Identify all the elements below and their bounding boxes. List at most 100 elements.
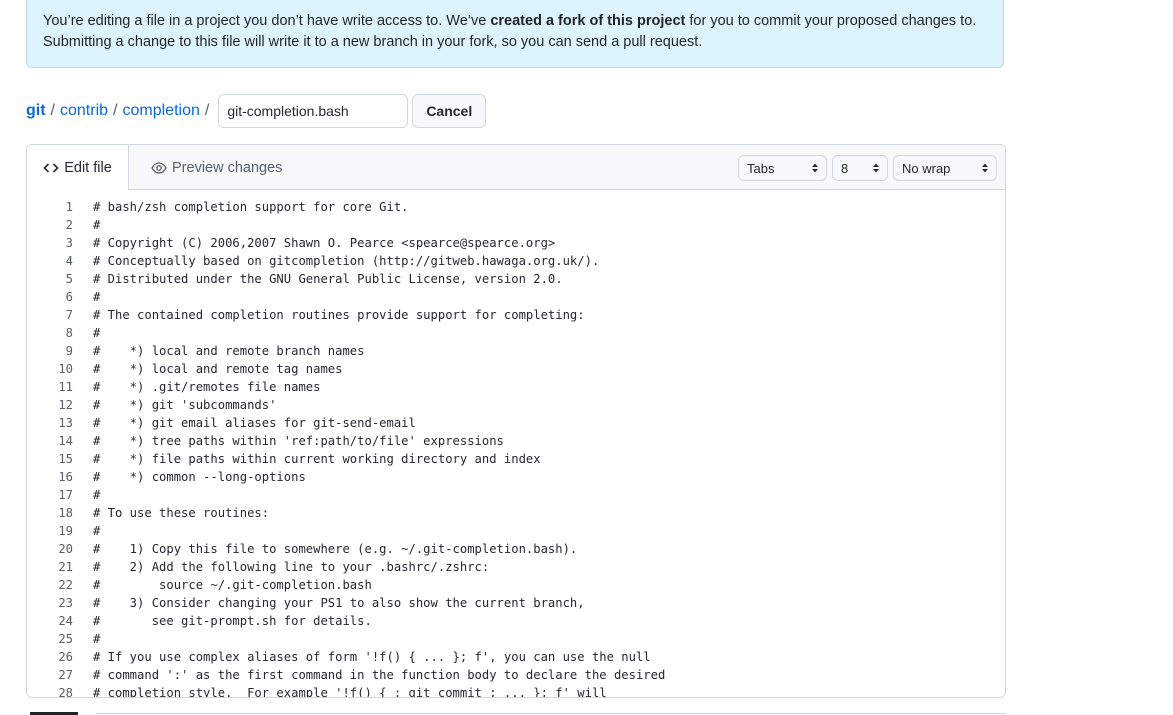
line-text: # bash/zsh completion support for core G… — [93, 200, 409, 214]
line-number: 7 — [65, 308, 73, 322]
eye-icon — [151, 161, 167, 174]
tab-preview-changes-label: Preview changes — [172, 159, 283, 176]
fork-notice-banner: You’re editing a file in a project you d… — [26, 0, 1004, 68]
code-line[interactable]: 27 # command ':' as the first command in … — [27, 666, 1005, 684]
code-line[interactable]: 6 # — [27, 288, 1005, 306]
line-text: # — [93, 632, 101, 646]
line-text: # 2) Add the following line to your .bas… — [93, 560, 490, 574]
indent-size-value: 8 — [841, 160, 849, 176]
indent-mode-value: Tabs — [747, 160, 775, 176]
code-line[interactable]: 26 # If you use complex aliases of form '… — [27, 648, 1005, 666]
breadcrumb-completion-link[interactable]: completion — [122, 102, 199, 120]
line-text: # The contained completion routines prov… — [93, 308, 585, 322]
code-line[interactable]: 21 # 2) Add the following line to your .b… — [27, 558, 1005, 576]
line-text: # — [93, 524, 101, 538]
line-text: # command ':' as the first command in th… — [93, 668, 666, 682]
fork-notice-emphasis: created a fork of this project — [490, 13, 686, 29]
code-line[interactable]: 11 # *) .git/remotes file names — [27, 378, 1005, 396]
filename-input[interactable] — [218, 94, 409, 128]
fork-notice-line-2: Submitting a change to this file will wr… — [43, 34, 703, 50]
code-line[interactable]: 17 # — [27, 486, 1005, 504]
cancel-button[interactable]: Cancel — [412, 94, 487, 128]
line-text: # — [93, 218, 101, 232]
wrap-mode-select[interactable]: No wrap — [893, 155, 997, 181]
commit-form-border — [96, 713, 1006, 714]
select-caret-icon — [873, 163, 879, 173]
code-line[interactable]: 22 # source ~/.git-completion.bash — [27, 576, 1005, 594]
tab-edit-file[interactable]: Edit file — [27, 145, 129, 190]
breadcrumb-separator: / — [204, 102, 210, 119]
line-number: 12 — [58, 398, 73, 412]
breadcrumb-separator: / — [113, 102, 118, 119]
code-editor-area[interactable]: 1 # bash/zsh completion support for core … — [27, 190, 1005, 698]
line-text: # Conceptually based on gitcompletion (h… — [93, 254, 600, 268]
fork-notice-line-1: You’re editing a file in a project you d… — [43, 13, 977, 29]
line-text: # *) local and remote branch names — [93, 344, 365, 358]
code-line[interactable]: 10 # *) local and remote tag names — [27, 360, 1005, 378]
code-line[interactable]: 25 # — [27, 630, 1005, 648]
code-line[interactable]: 24 # see git-prompt.sh for details. — [27, 612, 1005, 630]
code-line[interactable]: 23 # 3) Consider changing your PS1 to als… — [27, 594, 1005, 612]
line-number: 10 — [58, 362, 73, 376]
code-line[interactable]: 5 # Distributed under the GNU General Pub… — [27, 270, 1005, 288]
line-number: 21 — [58, 560, 73, 574]
tab-preview-changes[interactable]: Preview changes — [151, 145, 282, 190]
line-text: # source ~/.git-completion.bash — [93, 578, 372, 592]
code-line[interactable]: 9 # *) local and remote branch names — [27, 342, 1005, 360]
code-line[interactable]: 14 # *) tree paths within 'ref:path/to/fi… — [27, 432, 1005, 450]
editor-toolbar: Edit file Preview changes Tabs 8 No wrap — [27, 145, 1005, 190]
tab-edit-file-label: Edit file — [64, 159, 112, 176]
select-caret-icon — [812, 163, 818, 173]
line-number: 17 — [58, 488, 73, 502]
wrap-mode-value: No wrap — [902, 160, 951, 176]
code-line[interactable]: 1 # bash/zsh completion support for core … — [27, 198, 1005, 216]
line-text: # 3) Consider changing your PS1 to also … — [93, 596, 585, 610]
code-line[interactable]: 13 # *) git email aliases for git-send-em… — [27, 414, 1005, 432]
line-text: # *) local and remote tag names — [93, 362, 343, 376]
code-line[interactable]: 8 # — [27, 324, 1005, 342]
code-line[interactable]: 18 # To use these routines: — [27, 504, 1005, 522]
line-text: # To use these routines: — [93, 506, 270, 520]
file-editor: Edit file Preview changes Tabs 8 No wrap — [26, 144, 1006, 698]
line-number: 20 — [58, 542, 73, 556]
code-line[interactable]: 15 # *) file paths within current working… — [27, 450, 1005, 468]
line-text: # — [93, 290, 101, 304]
line-text: # *) git email aliases for git-send-emai… — [93, 416, 416, 430]
line-number: 13 — [58, 416, 73, 430]
code-line[interactable]: 19 # — [27, 522, 1005, 540]
line-text: # If you use complex aliases of form '!f… — [93, 650, 651, 664]
code-line[interactable]: 7 # The contained completion routines pro… — [27, 306, 1005, 324]
code-icon — [43, 162, 59, 173]
indent-size-select[interactable]: 8 — [832, 155, 888, 181]
line-number: 6 — [65, 290, 73, 304]
code-line[interactable]: 12 # *) git 'subcommands' — [27, 396, 1005, 414]
line-text: # — [93, 326, 101, 340]
line-number: 27 — [58, 668, 73, 682]
line-number: 8 — [65, 326, 73, 340]
code-line[interactable]: 3 # Copyright (C) 2006,2007 Shawn O. Pear… — [27, 234, 1005, 252]
code-line[interactable]: 16 # *) common --long-options — [27, 468, 1005, 486]
line-text: # see git-prompt.sh for details. — [93, 614, 372, 628]
breadcrumb-repo-link[interactable]: git — [26, 102, 46, 120]
line-number: 14 — [58, 434, 73, 448]
line-number: 4 — [65, 254, 73, 268]
line-text: # Distributed under the GNU General Publ… — [93, 272, 563, 286]
line-text: # — [93, 488, 101, 502]
line-number: 9 — [65, 344, 73, 358]
line-number: 22 — [58, 578, 73, 592]
line-number: 11 — [58, 380, 73, 394]
indent-mode-select[interactable]: Tabs — [738, 155, 827, 181]
line-text: # completion style. For example '!f() { … — [93, 686, 607, 698]
line-number: 19 — [58, 524, 73, 538]
code-line[interactable]: 28 # completion style. For example '!f() … — [27, 684, 1005, 698]
code-line[interactable]: 20 # 1) Copy this file to somewhere (e.g.… — [27, 540, 1005, 558]
line-number: 5 — [65, 272, 73, 286]
line-number: 3 — [65, 236, 73, 250]
code-line[interactable]: 4 # Conceptually based on gitcompletion (… — [27, 252, 1005, 270]
code-line[interactable]: 2 # — [27, 216, 1005, 234]
line-text: # *) .git/remotes file names — [93, 380, 321, 394]
breadcrumb: git / contrib / completion / Cancel — [26, 94, 487, 128]
breadcrumb-contrib-link[interactable]: contrib — [60, 102, 108, 120]
select-caret-icon — [982, 163, 988, 173]
line-number: 23 — [58, 596, 73, 610]
